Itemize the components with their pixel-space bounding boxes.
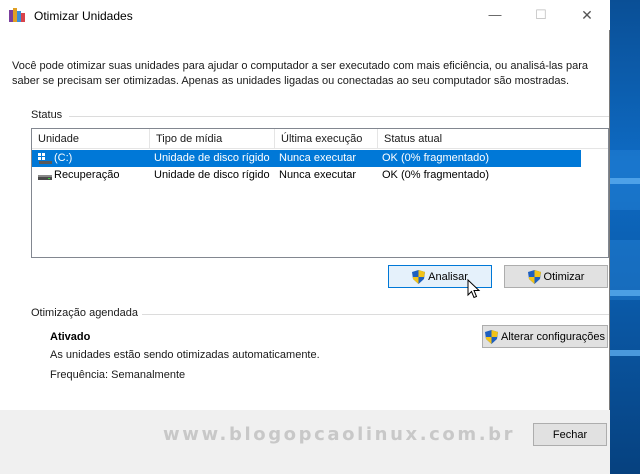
maximize-button[interactable]: ☐: [518, 0, 564, 30]
optimize-drives-window: Otimizar Unidades — ☐ ✕ Você pode otimiz…: [0, 0, 610, 474]
drives-list-header: Unidade Tipo de mídia Última execução St…: [32, 129, 608, 149]
schedule-state: Ativado: [50, 331, 91, 343]
optimize-button[interactable]: Otimizar: [504, 265, 608, 288]
drive-status: OK (0% fragmentado): [382, 152, 489, 164]
close-window-button[interactable]: ✕: [564, 0, 610, 30]
scheduled-group-label: Otimização agendada: [31, 307, 139, 319]
change-settings-button[interactable]: Alterar configurações: [482, 325, 608, 348]
drives-list[interactable]: Unidade Tipo de mídia Última execução St…: [31, 128, 609, 258]
column-header-drive[interactable]: Unidade: [32, 129, 150, 149]
analyze-button-label: Analisar: [428, 270, 468, 283]
status-group-divider: [69, 116, 609, 117]
intro-text: Você pode otimizar suas unidades para aj…: [12, 60, 588, 87]
column-header-last-run[interactable]: Última execução: [275, 129, 378, 149]
drive-name: (C:): [54, 152, 73, 164]
mouse-pointer-icon: [467, 279, 481, 299]
drive-media-type: Unidade de disco rígido: [154, 169, 270, 181]
drive-last-run: Nunca executar: [279, 169, 357, 181]
desktop-light-ray: [610, 178, 640, 184]
drive-name: Recuperação: [54, 169, 120, 181]
watermark: www.blogopcaolinux.com.br: [163, 424, 516, 445]
desktop-light-ray: [610, 290, 640, 296]
defrag-app-icon: [9, 8, 25, 22]
status-group-label: Status: [31, 109, 63, 121]
drive-media-type: Unidade de disco rígido: [154, 152, 270, 164]
minimize-button[interactable]: —: [472, 0, 518, 30]
title-bar[interactable]: Otimizar Unidades — ☐ ✕: [0, 0, 610, 30]
hard-drive-icon: [38, 175, 52, 180]
schedule-description: As unidades estão sendo otimizadas autom…: [50, 349, 320, 361]
drive-last-run: Nunca executar: [279, 152, 357, 164]
drive-status: OK (0% fragmentado): [382, 169, 489, 181]
window-title: Otimizar Unidades: [34, 9, 133, 23]
column-header-media-type[interactable]: Tipo de mídia: [150, 129, 275, 149]
schedule-frequency: Frequência: Semanalmente: [50, 369, 186, 381]
drive-row-c[interactable]: (C:) Unidade de disco rígido Nunca execu…: [32, 150, 581, 167]
desktop-light-ray: [610, 350, 640, 356]
uac-shield-icon: [412, 269, 426, 284]
close-button[interactable]: Fechar: [533, 423, 607, 446]
drive-row-recovery[interactable]: Recuperação Unidade de disco rígido Nunc…: [32, 167, 608, 184]
desktop-background: [610, 0, 640, 474]
close-button-label: Fechar: [552, 428, 588, 441]
change-settings-button-label: Alterar configurações: [501, 330, 605, 343]
optimize-button-label: Otimizar: [543, 270, 585, 283]
windows-drive-icon: [38, 153, 52, 164]
scheduled-group-divider: [142, 314, 609, 315]
column-header-current-status[interactable]: Status atual: [378, 129, 608, 149]
uac-shield-icon: [485, 329, 499, 344]
uac-shield-icon: [527, 269, 541, 284]
